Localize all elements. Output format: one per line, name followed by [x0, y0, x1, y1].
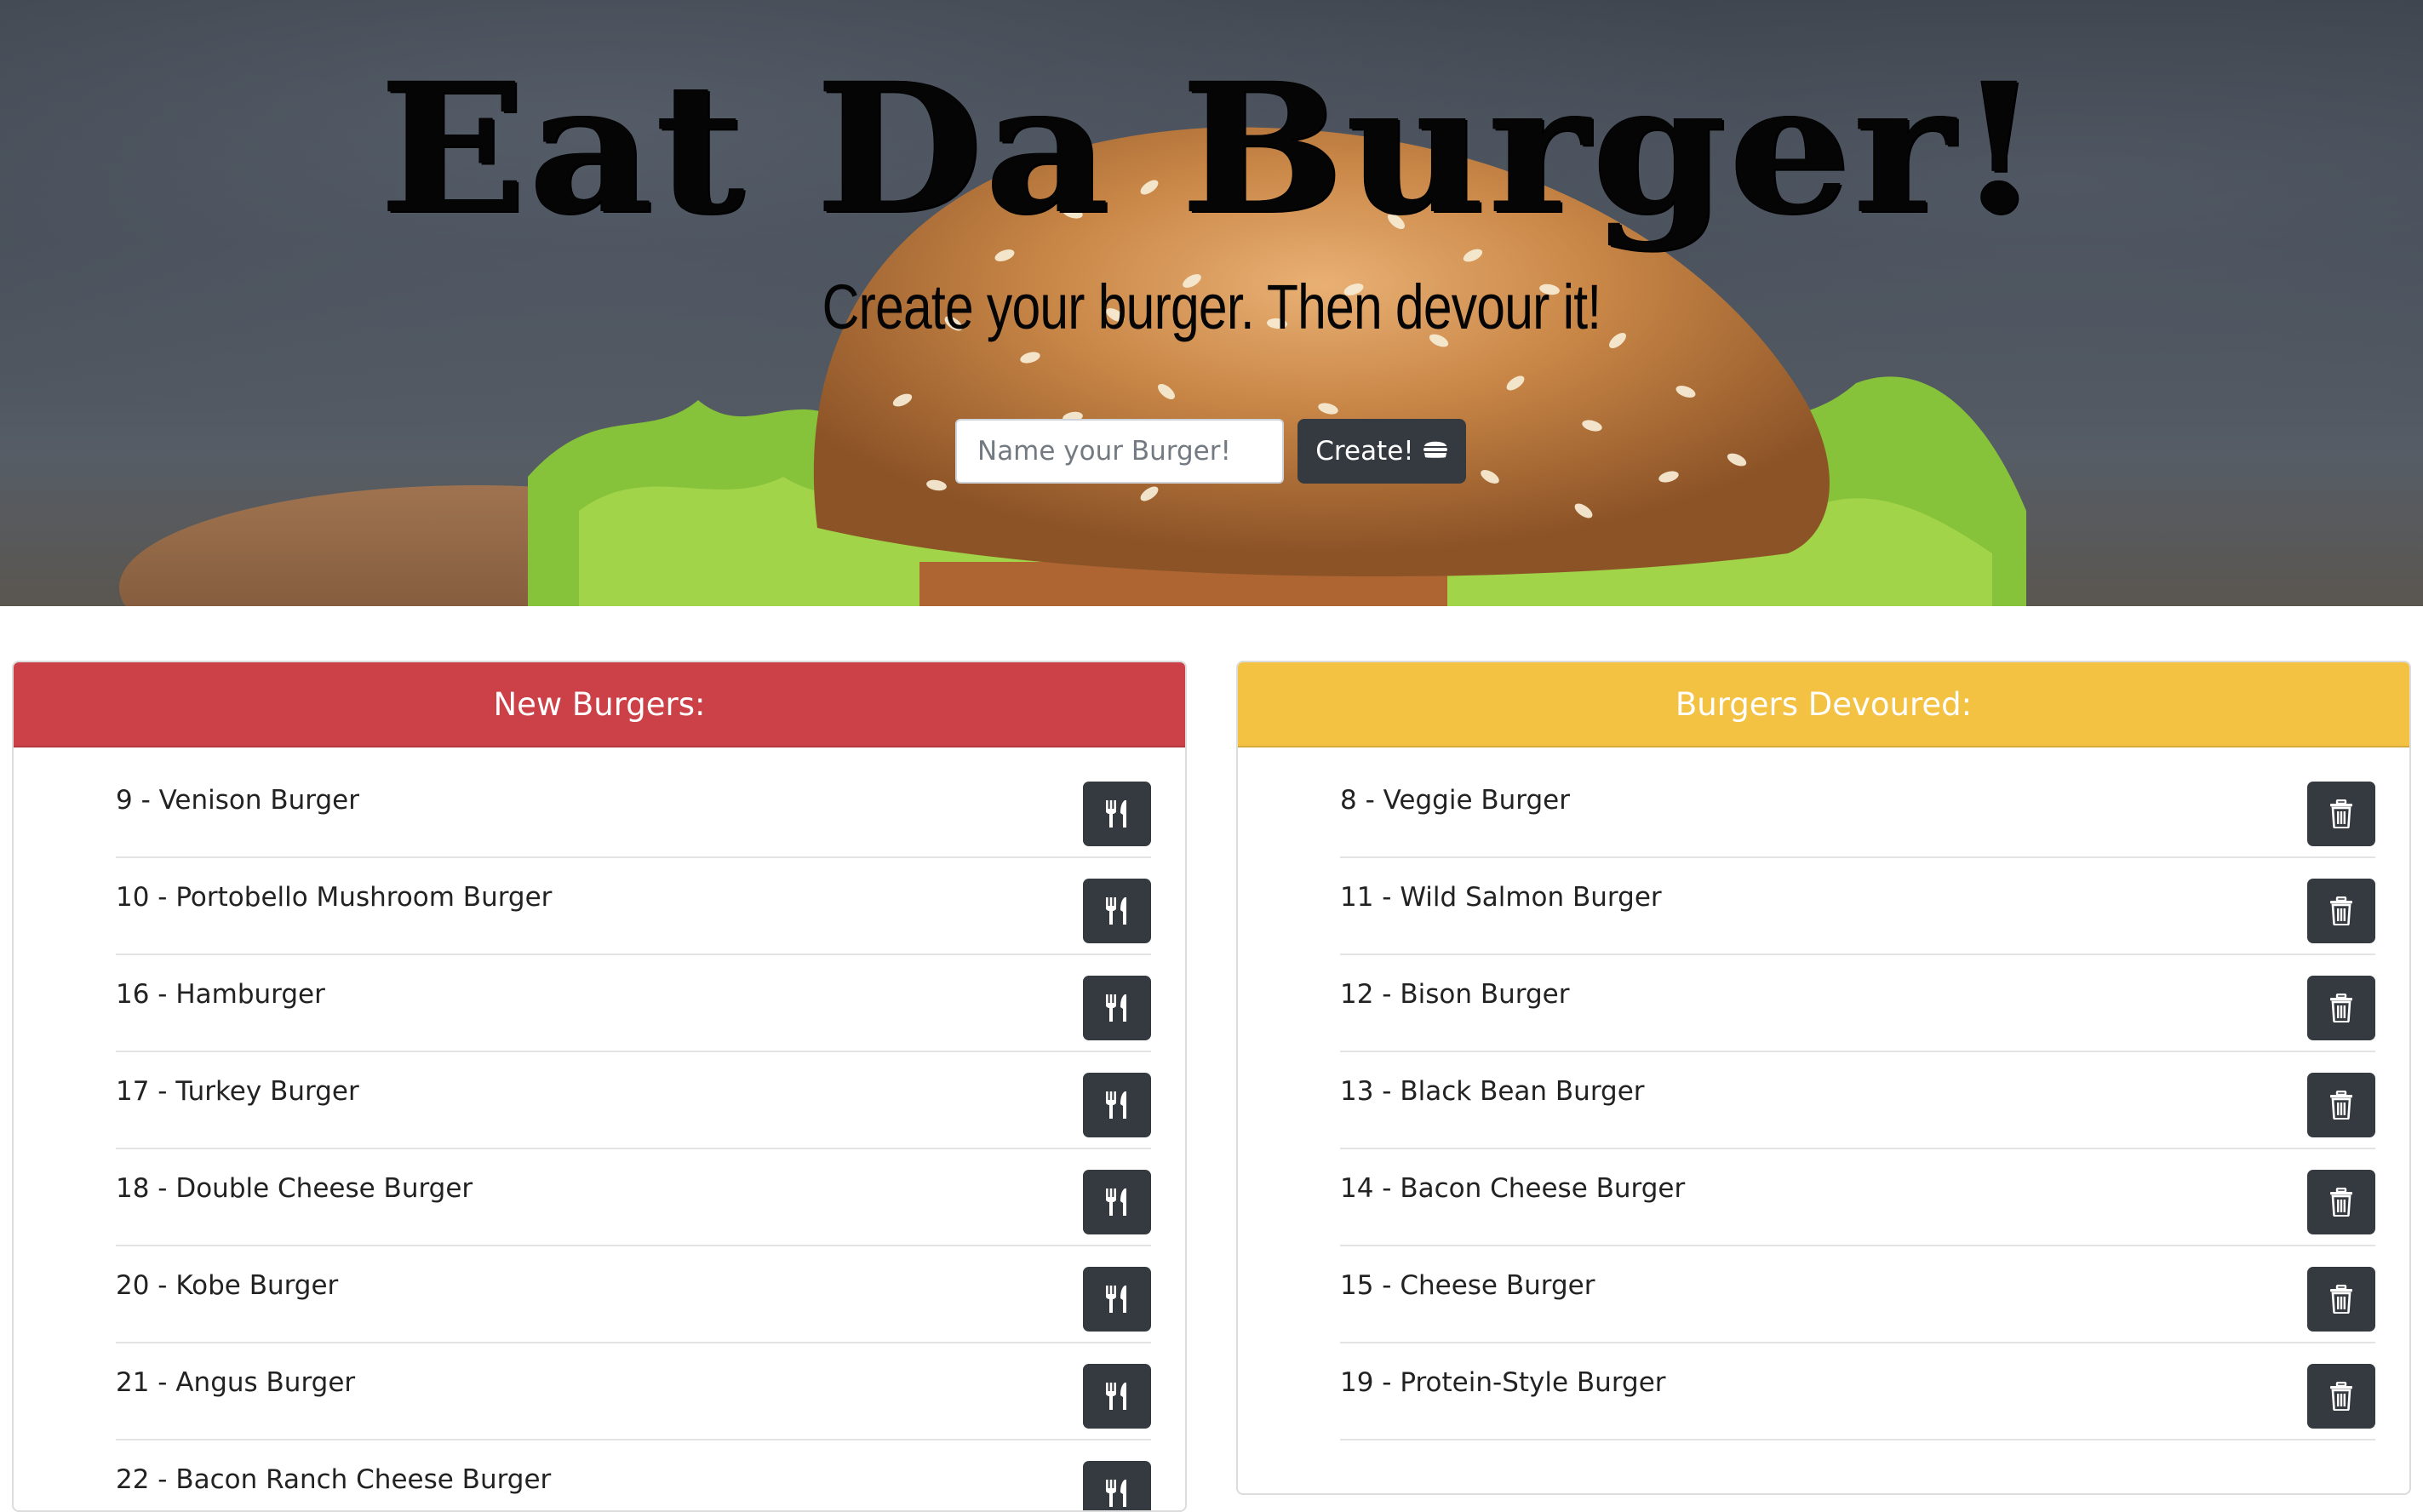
- list-item: 16 - Hamburger: [116, 955, 1151, 1052]
- burger-name-input[interactable]: [955, 419, 1284, 484]
- burger-name: 13 - Black Bean Burger: [1340, 1076, 1645, 1107]
- burger-name: 20 - Kobe Burger: [116, 1270, 339, 1301]
- create-button-label: Create!: [1315, 436, 1414, 467]
- list-item: 10 - Portobello Mushroom Burger: [116, 858, 1151, 955]
- hero-banner: Eat Da Burger! Create your burger. Then …: [0, 0, 2423, 606]
- list-item: 11 - Wild Salmon Burger: [1340, 858, 2375, 955]
- devour-button[interactable]: [1083, 1267, 1151, 1332]
- trash-icon: [2329, 1188, 2353, 1217]
- burger-name: 18 - Double Cheese Burger: [116, 1173, 473, 1204]
- list-item: 13 - Black Bean Burger: [1340, 1052, 2375, 1149]
- list-item: 9 - Venison Burger: [116, 761, 1151, 858]
- burger-name: 17 - Turkey Burger: [116, 1076, 359, 1107]
- trash-icon: [2329, 1285, 2353, 1314]
- devoured-burgers-list: 8 - Veggie Burger 11 - Wild Salmon Burger…: [1238, 761, 2409, 1440]
- burger-name: 19 - Protein-Style Burger: [1340, 1367, 1666, 1398]
- burger-name: 8 - Veggie Burger: [1340, 785, 1570, 816]
- list-item: 21 - Angus Burger: [116, 1343, 1151, 1440]
- utensils-icon: [1104, 1479, 1130, 1508]
- trash-icon: [2329, 994, 2353, 1022]
- burger-name: 10 - Portobello Mushroom Burger: [116, 882, 553, 913]
- delete-button[interactable]: [2307, 782, 2375, 846]
- hamburger-icon: [1423, 436, 1448, 467]
- delete-button[interactable]: [2307, 976, 2375, 1040]
- delete-button[interactable]: [2307, 1267, 2375, 1332]
- devour-button[interactable]: [1083, 1461, 1151, 1510]
- burger-name: 21 - Angus Burger: [116, 1367, 356, 1398]
- list-item: 12 - Bison Burger: [1340, 955, 2375, 1052]
- list-item: 20 - Kobe Burger: [116, 1246, 1151, 1343]
- burger-name: 16 - Hamburger: [116, 979, 325, 1010]
- trash-icon: [2329, 1382, 2353, 1411]
- burger-name: 14 - Bacon Cheese Burger: [1340, 1173, 1686, 1204]
- page-subtitle: Create your burger. Then devour it!: [822, 272, 1601, 342]
- devoured-burgers-header: Burgers Devoured:: [1238, 662, 2409, 747]
- delete-button[interactable]: [2307, 1073, 2375, 1137]
- burger-name: 12 - Bison Burger: [1340, 979, 1570, 1010]
- devour-button[interactable]: [1083, 782, 1151, 846]
- list-item: 17 - Turkey Burger: [116, 1052, 1151, 1149]
- devour-button[interactable]: [1083, 1364, 1151, 1429]
- list-item: 8 - Veggie Burger: [1340, 761, 2375, 858]
- devoured-burgers-card: Burgers Devoured: 8 - Veggie Burger 11 - …: [1236, 661, 2411, 1495]
- new-burgers-header: New Burgers:: [14, 662, 1185, 747]
- utensils-icon: [1104, 1188, 1130, 1217]
- new-burgers-list: 9 - Venison Burger 10 - Portobello Mushro…: [14, 761, 1185, 1510]
- delete-button[interactable]: [2307, 1364, 2375, 1429]
- utensils-icon: [1104, 1285, 1130, 1314]
- create-button[interactable]: Create!: [1297, 419, 1466, 484]
- trash-icon: [2329, 896, 2353, 925]
- utensils-icon: [1104, 1091, 1130, 1120]
- devour-button[interactable]: [1083, 879, 1151, 943]
- list-item: 15 - Cheese Burger: [1340, 1246, 2375, 1343]
- new-burgers-card: New Burgers: 9 - Venison Burger 10 - Port…: [12, 661, 1187, 1512]
- delete-button[interactable]: [2307, 1170, 2375, 1234]
- devour-button[interactable]: [1083, 1073, 1151, 1137]
- list-item: 14 - Bacon Cheese Burger: [1340, 1149, 2375, 1246]
- create-burger-form: Create!: [955, 419, 1466, 484]
- devour-button[interactable]: [1083, 1170, 1151, 1234]
- page-title: Eat Da Burger!: [379, 43, 2044, 254]
- burger-name: 22 - Bacon Ranch Cheese Burger: [116, 1464, 552, 1495]
- trash-icon: [2329, 799, 2353, 828]
- list-item: 18 - Double Cheese Burger: [116, 1149, 1151, 1246]
- burger-name: 9 - Venison Burger: [116, 785, 359, 816]
- utensils-icon: [1104, 799, 1130, 828]
- devour-button[interactable]: [1083, 976, 1151, 1040]
- utensils-icon: [1104, 994, 1130, 1022]
- utensils-icon: [1104, 896, 1130, 925]
- burger-name: 15 - Cheese Burger: [1340, 1270, 1595, 1301]
- trash-icon: [2329, 1091, 2353, 1120]
- burger-name: 11 - Wild Salmon Burger: [1340, 882, 1662, 913]
- list-item: 22 - Bacon Ranch Cheese Burger: [116, 1440, 1151, 1510]
- utensils-icon: [1104, 1382, 1130, 1411]
- list-item: 19 - Protein-Style Burger: [1340, 1343, 2375, 1440]
- delete-button[interactable]: [2307, 879, 2375, 943]
